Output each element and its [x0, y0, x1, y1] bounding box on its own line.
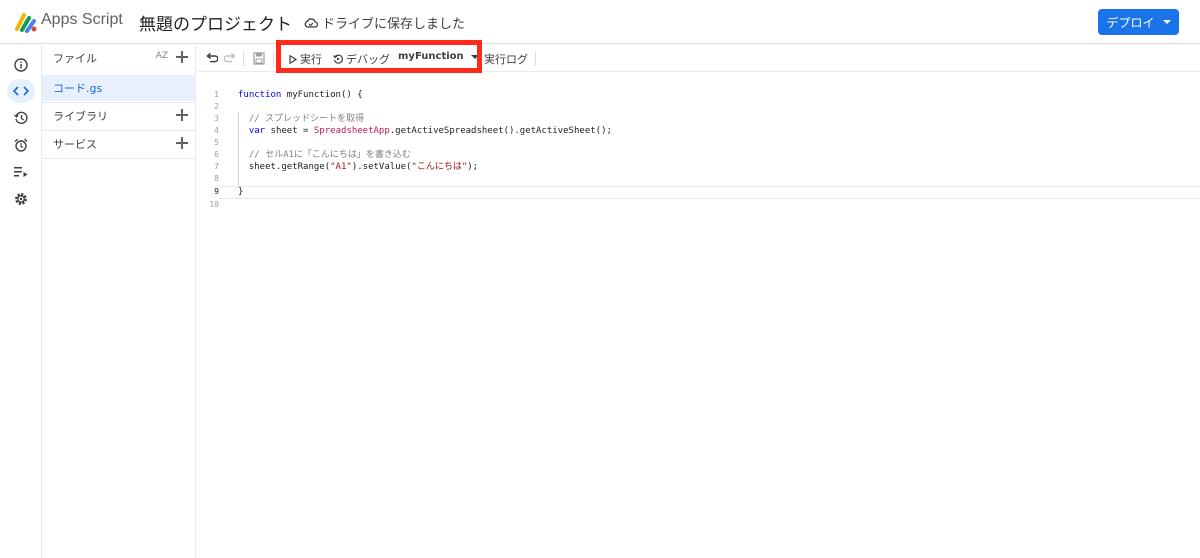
app-name[interactable]: Apps Script — [41, 11, 123, 29]
line-number: 8 — [214, 174, 219, 183]
project-title[interactable]: 無題のプロジェクト — [139, 10, 292, 35]
toolbar-divider — [243, 51, 244, 66]
deploy-label: デプロイ — [1106, 15, 1155, 30]
code-editor[interactable]: 1 function myFunction() { 2 3 // スプレッドシー… — [197, 73, 1200, 558]
save-icon[interactable] — [252, 51, 266, 65]
files-header: ファイル AZ — [42, 45, 196, 71]
libraries-header[interactable]: ライブラリ — [42, 103, 196, 129]
line-number: 6 — [214, 150, 219, 159]
file-item-label: コード.gs — [53, 82, 103, 95]
code-text: } — [238, 187, 244, 197]
add-file-icon[interactable] — [176, 50, 188, 64]
line-number: 7 — [214, 162, 219, 171]
code-text: function myFunction() { — [238, 90, 363, 100]
line-number: 4 — [214, 126, 219, 135]
line-number: 3 — [214, 114, 219, 123]
settings-icon — [15, 193, 27, 205]
sort-az-icon[interactable]: AZ — [156, 51, 168, 61]
executions-icon — [14, 167, 28, 177]
code-line: 3 // スプレッドシートを取得 — [197, 113, 1200, 125]
redo-icon[interactable] — [223, 51, 237, 65]
left-nav-rail — [0, 45, 42, 558]
settings-button[interactable] — [7, 187, 35, 211]
trigger-alarm-icon — [14, 138, 28, 152]
chevron-down-icon — [1162, 20, 1171, 24]
file-panel: ファイル AZ コード.gs ライブラリ サービス — [42, 45, 196, 558]
code-icon — [13, 86, 29, 96]
code-text: // スプレッドシートを取得 — [248, 114, 365, 124]
line-number: 1 — [214, 90, 219, 99]
code-text: var sheet = SpreadsheetApp.getActiveSpre… — [248, 126, 612, 136]
history-icon — [14, 111, 28, 125]
divider — [42, 158, 196, 159]
code-line-current: 9 } — [197, 186, 1200, 198]
add-library-icon[interactable] — [176, 108, 188, 122]
code-line: 1 function myFunction() { — [197, 89, 1200, 101]
line-number: 2 — [214, 102, 219, 111]
history-button[interactable] — [7, 106, 35, 130]
top-bar: Apps Script 無題のプロジェクト ドライブに保存しました デプロイ — [0, 0, 1200, 44]
code-line: 8 — [197, 173, 1200, 185]
libraries-label: ライブラリ — [53, 110, 108, 123]
execution-log-button[interactable]: 実行ログ — [484, 51, 528, 67]
code-line: 2 — [197, 101, 1200, 113]
apps-script-logo[interactable] — [14, 11, 38, 33]
toolbar-divider — [273, 51, 274, 66]
save-status-text: ドライブに保存しました — [322, 17, 466, 32]
overview-button[interactable] — [7, 53, 35, 77]
line-number: 10 — [209, 200, 219, 209]
code-line: 10 — [197, 199, 1200, 211]
code-line: 5 — [197, 137, 1200, 149]
code-line: 4 var sheet = SpreadsheetApp.getActiveSp… — [197, 125, 1200, 137]
code-text: sheet.getRange("A1").setValue("こんにちは"); — [238, 162, 479, 172]
cloud-done-icon — [304, 17, 318, 28]
code-text: // セルA1に「こんにちは」を書き込む — [248, 150, 411, 160]
code-line: 6 // セルA1に「こんにちは」を書き込む — [197, 149, 1200, 161]
triggers-button[interactable] — [7, 133, 35, 157]
info-icon — [14, 58, 28, 72]
executions-button[interactable] — [7, 160, 35, 184]
files-label: ファイル — [53, 52, 97, 65]
services-header[interactable]: サービス — [42, 131, 196, 157]
services-label: サービス — [53, 138, 97, 151]
deploy-button[interactable]: デプロイ — [1098, 9, 1179, 35]
execution-log-label: 実行ログ — [484, 53, 528, 66]
toolbar-divider — [535, 51, 536, 66]
line-number: 5 — [214, 138, 219, 147]
highlight-annotation-box — [276, 40, 482, 73]
undo-icon[interactable] — [205, 51, 219, 65]
file-item-code-gs[interactable]: コード.gs — [42, 75, 196, 101]
code-line: 7 sheet.getRange("A1").setValue("こんにちは")… — [197, 161, 1200, 173]
line-number: 9 — [214, 187, 219, 196]
add-service-icon[interactable] — [176, 136, 188, 150]
editor-button[interactable] — [7, 79, 35, 103]
save-status: ドライブに保存しました — [304, 13, 465, 32]
